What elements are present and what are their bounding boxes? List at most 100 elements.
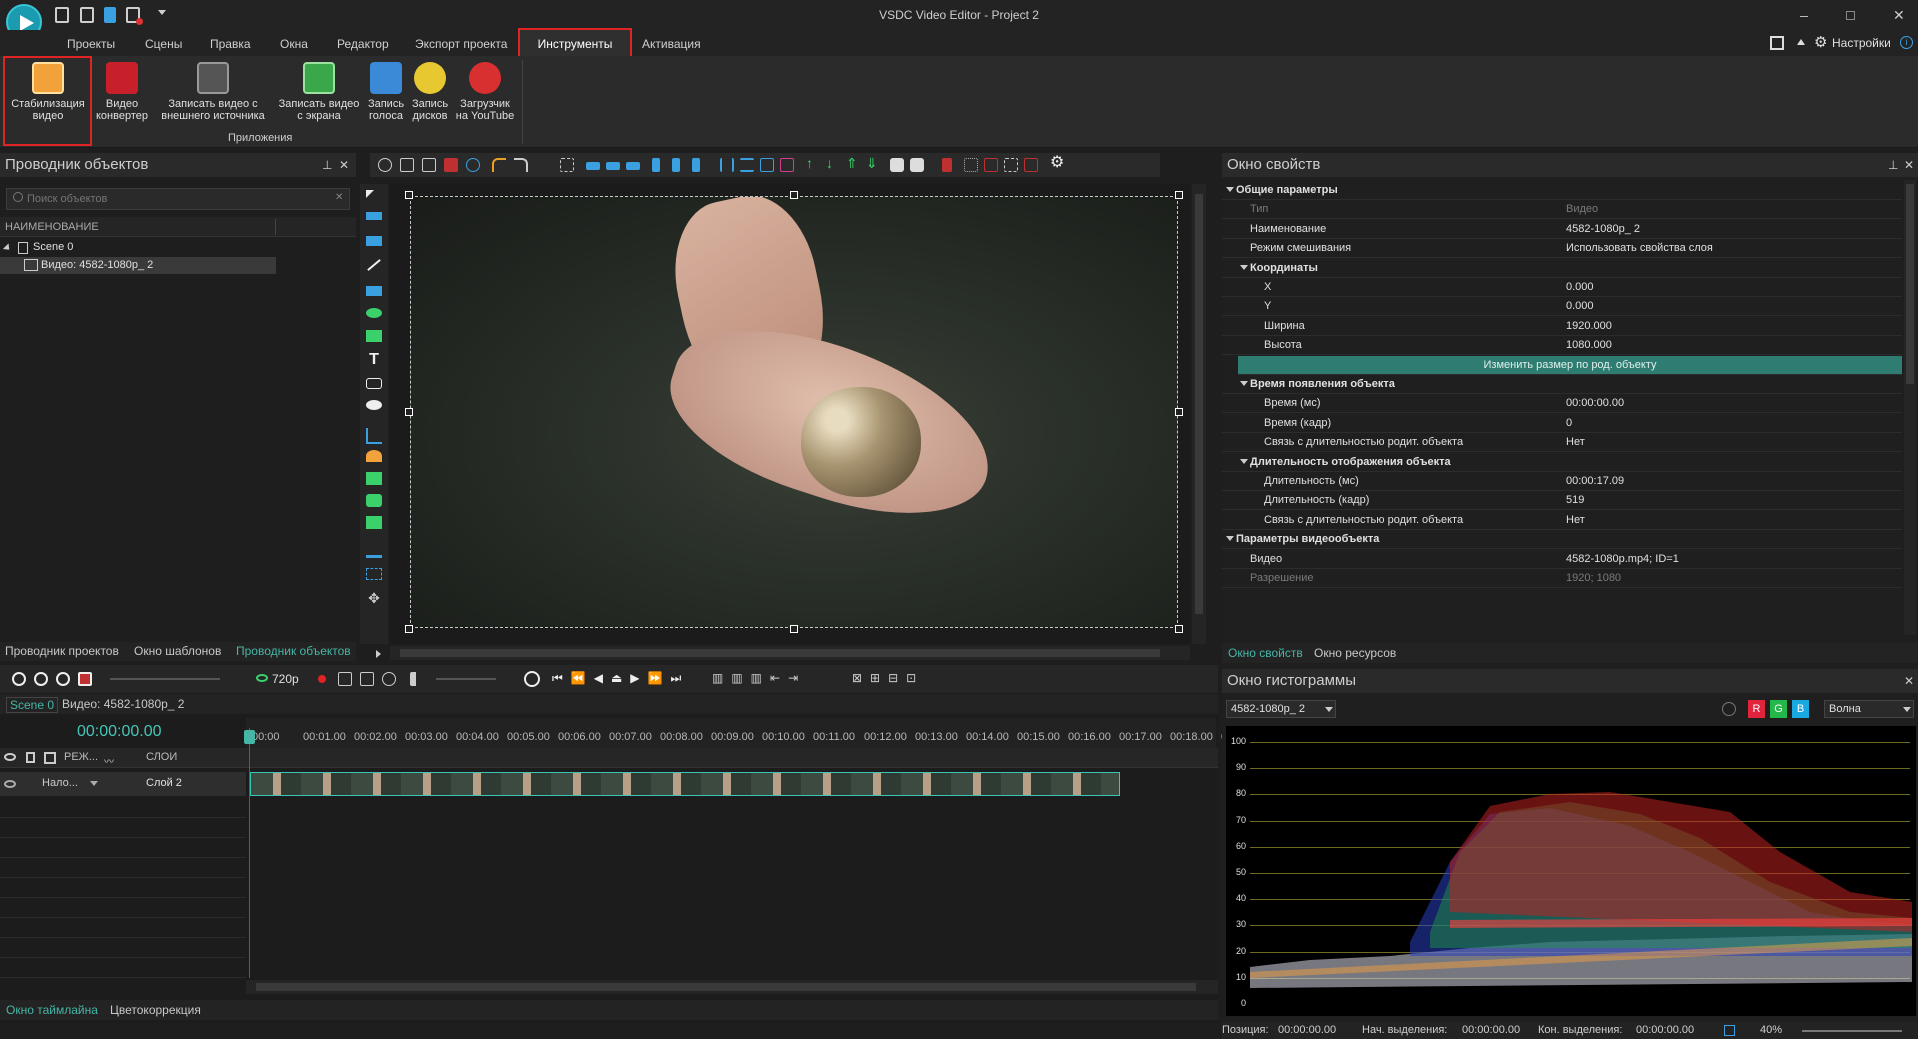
youtube-uploader-button[interactable]: Загрузчик на YouTube xyxy=(452,62,518,122)
video-clip[interactable] xyxy=(250,772,1120,796)
resize-to-parent-button[interactable]: Изменить размер по род. объекту xyxy=(1238,355,1902,375)
snap-controls[interactable]: ⊠⊞⊟⊡ xyxy=(852,671,924,685)
menu-edit[interactable]: Правка xyxy=(210,34,251,54)
property-row[interactable]: Высота 1080.000 xyxy=(1222,336,1902,356)
add-icon[interactable] xyxy=(12,672,26,686)
zoom-slider[interactable] xyxy=(1802,1030,1902,1032)
channel-r-button[interactable]: R xyxy=(1748,700,1765,718)
timeline-hscrollbar[interactable] xyxy=(246,980,1218,994)
property-row[interactable]: X 0.000 xyxy=(1222,278,1902,297)
minimize-icon[interactable] xyxy=(1800,16,1808,17)
motion-tool-icon[interactable] xyxy=(366,568,382,580)
cut-icon[interactable] xyxy=(378,158,392,172)
ungroup-icon[interactable] xyxy=(910,158,924,172)
track-blend-value[interactable]: Нало... xyxy=(42,777,78,789)
scroll-right-arrow-icon[interactable] xyxy=(376,650,381,658)
property-row[interactable]: Тип Видео xyxy=(1222,200,1902,220)
redo-icon[interactable] xyxy=(514,158,528,172)
tab-project-explorer[interactable]: Проводник проектов xyxy=(5,644,119,658)
channel-b-button[interactable]: B xyxy=(1792,700,1809,718)
crop-icon[interactable] xyxy=(466,158,480,172)
track-visible-icon[interactable] xyxy=(4,780,16,788)
property-row[interactable]: Ширина 1920.000 xyxy=(1222,317,1902,336)
image-tool-icon[interactable] xyxy=(366,472,382,485)
subtitle-tool-icon[interactable] xyxy=(366,378,382,389)
property-row[interactable]: Наименование 4582-1080p_ 2 xyxy=(1222,220,1902,239)
properties-vscrollbar[interactable] xyxy=(1904,180,1916,635)
move-tool-icon[interactable]: ✥ xyxy=(366,590,382,606)
property-value[interactable]: 00:00:00.00 xyxy=(1566,394,1624,413)
menu-scenes[interactable]: Сцены xyxy=(145,34,182,54)
fit-timeline-icon[interactable] xyxy=(56,672,70,686)
playhead[interactable] xyxy=(249,728,250,978)
section-collapse-icon[interactable] xyxy=(1240,264,1248,270)
clear-search-icon[interactable]: ✕ xyxy=(335,192,343,203)
track-row[interactable]: Нало... Слой 2 xyxy=(0,772,246,796)
menu-activation[interactable]: Активация xyxy=(642,34,701,54)
tab-resources[interactable]: Окно ресурсов xyxy=(1314,646,1396,660)
voice-record-button[interactable]: Запись голоса xyxy=(364,62,408,122)
free-shape-tool-icon[interactable] xyxy=(366,330,382,342)
track-name[interactable]: Слой 2 xyxy=(146,777,182,789)
lock-icon[interactable] xyxy=(26,752,35,763)
property-section[interactable]: Время появления объекта xyxy=(1222,375,1902,394)
property-value[interactable]: 0.000 xyxy=(1566,278,1594,297)
fit-width-icon[interactable] xyxy=(760,158,774,172)
property-row[interactable]: Время (мс) 00:00:00.00 xyxy=(1222,394,1902,414)
video-preview[interactable] xyxy=(410,196,1178,628)
remove-icon[interactable] xyxy=(34,672,48,686)
pin-icon[interactable]: ⊥ xyxy=(1888,153,1898,177)
menu-editor[interactable]: Редактор xyxy=(337,34,389,54)
align-top-icon[interactable] xyxy=(652,158,660,172)
record-icon[interactable] xyxy=(78,672,92,686)
clock-icon[interactable] xyxy=(524,671,540,687)
histogram-object-select[interactable]: 4582-1080p_ 2 xyxy=(1226,700,1336,718)
property-section[interactable]: Длительность отображения объекта xyxy=(1222,453,1902,472)
tab-video-object[interactable]: Видео: 4582-1080p_ 2 xyxy=(62,697,184,711)
disc-record-button[interactable]: Запись дисков xyxy=(408,62,452,122)
property-section[interactable]: Общие параметры xyxy=(1222,181,1902,200)
transport-controls[interactable]: ⏮⏪◀⏏▶⏩⏭ xyxy=(552,671,689,686)
quality-value[interactable]: 720p xyxy=(272,672,299,686)
audio-tool-icon[interactable] xyxy=(366,494,382,507)
crop-frame-icon[interactable] xyxy=(1004,158,1018,172)
ellipse-tool-icon[interactable] xyxy=(366,308,382,318)
tree-item-video[interactable]: Видео: 4582-1080p_ 2 xyxy=(0,257,276,274)
volume-icon[interactable] xyxy=(410,672,424,686)
property-section[interactable]: Координаты xyxy=(1222,259,1902,278)
property-value[interactable]: 1920; 1080 xyxy=(1566,569,1621,588)
text-tool-icon[interactable]: T xyxy=(366,352,382,368)
channels-icon[interactable] xyxy=(1722,702,1736,716)
blend-dropdown-icon[interactable] xyxy=(90,781,98,786)
record-external-button[interactable]: Записать видео с внешнего источника xyxy=(154,62,272,122)
info-icon[interactable]: i xyxy=(1900,36,1913,49)
section-collapse-icon[interactable] xyxy=(1226,187,1234,192)
trim-icon[interactable] xyxy=(360,672,374,686)
shape-tool-icon[interactable] xyxy=(366,236,382,246)
property-value[interactable]: 0.000 xyxy=(1566,297,1594,316)
collapse-ribbon-icon[interactable] xyxy=(1797,39,1805,45)
grid-icon[interactable] xyxy=(964,158,978,172)
timeline-ruler[interactable]: 00:00 00:01.00 00:02.00 00:03.00 00:04.00 00:… xyxy=(246,718,1264,748)
snap-icon[interactable] xyxy=(942,158,952,172)
record-preview-icon[interactable] xyxy=(318,675,326,683)
property-value[interactable]: Видео xyxy=(1566,200,1598,219)
close-window-icon[interactable]: ✕ xyxy=(1893,7,1905,24)
visibility-eye-icon[interactable] xyxy=(4,753,16,761)
menu-export[interactable]: Экспорт проекта xyxy=(415,34,507,54)
property-row[interactable]: Связь с длительностью родит. объекта Нет xyxy=(1222,433,1902,453)
text-box-tool-icon[interactable] xyxy=(366,212,382,220)
column-name[interactable]: НАИМЕНОВАНИЕ xyxy=(5,221,99,233)
toolbar-settings-icon[interactable]: ⚙ xyxy=(1050,154,1064,171)
histogram-mode-select[interactable]: Волна xyxy=(1824,700,1914,718)
fit-zoom-icon[interactable] xyxy=(1724,1025,1735,1036)
property-value[interactable]: 00:00:17.09 xyxy=(1566,472,1624,491)
section-collapse-icon[interactable] xyxy=(1240,458,1248,464)
property-row[interactable]: Длительность (мс) 00:00:17.09 xyxy=(1222,472,1902,491)
tab-object-explorer[interactable]: Проводник объектов xyxy=(236,644,351,658)
video-tool-icon[interactable] xyxy=(366,516,382,529)
stabilization-button[interactable]: Стабилизация видео xyxy=(6,62,90,122)
tab-properties[interactable]: Окно свойств xyxy=(1228,646,1303,660)
property-section[interactable]: Параметры видеообъекта xyxy=(1222,530,1902,550)
undo-icon[interactable] xyxy=(492,158,506,172)
